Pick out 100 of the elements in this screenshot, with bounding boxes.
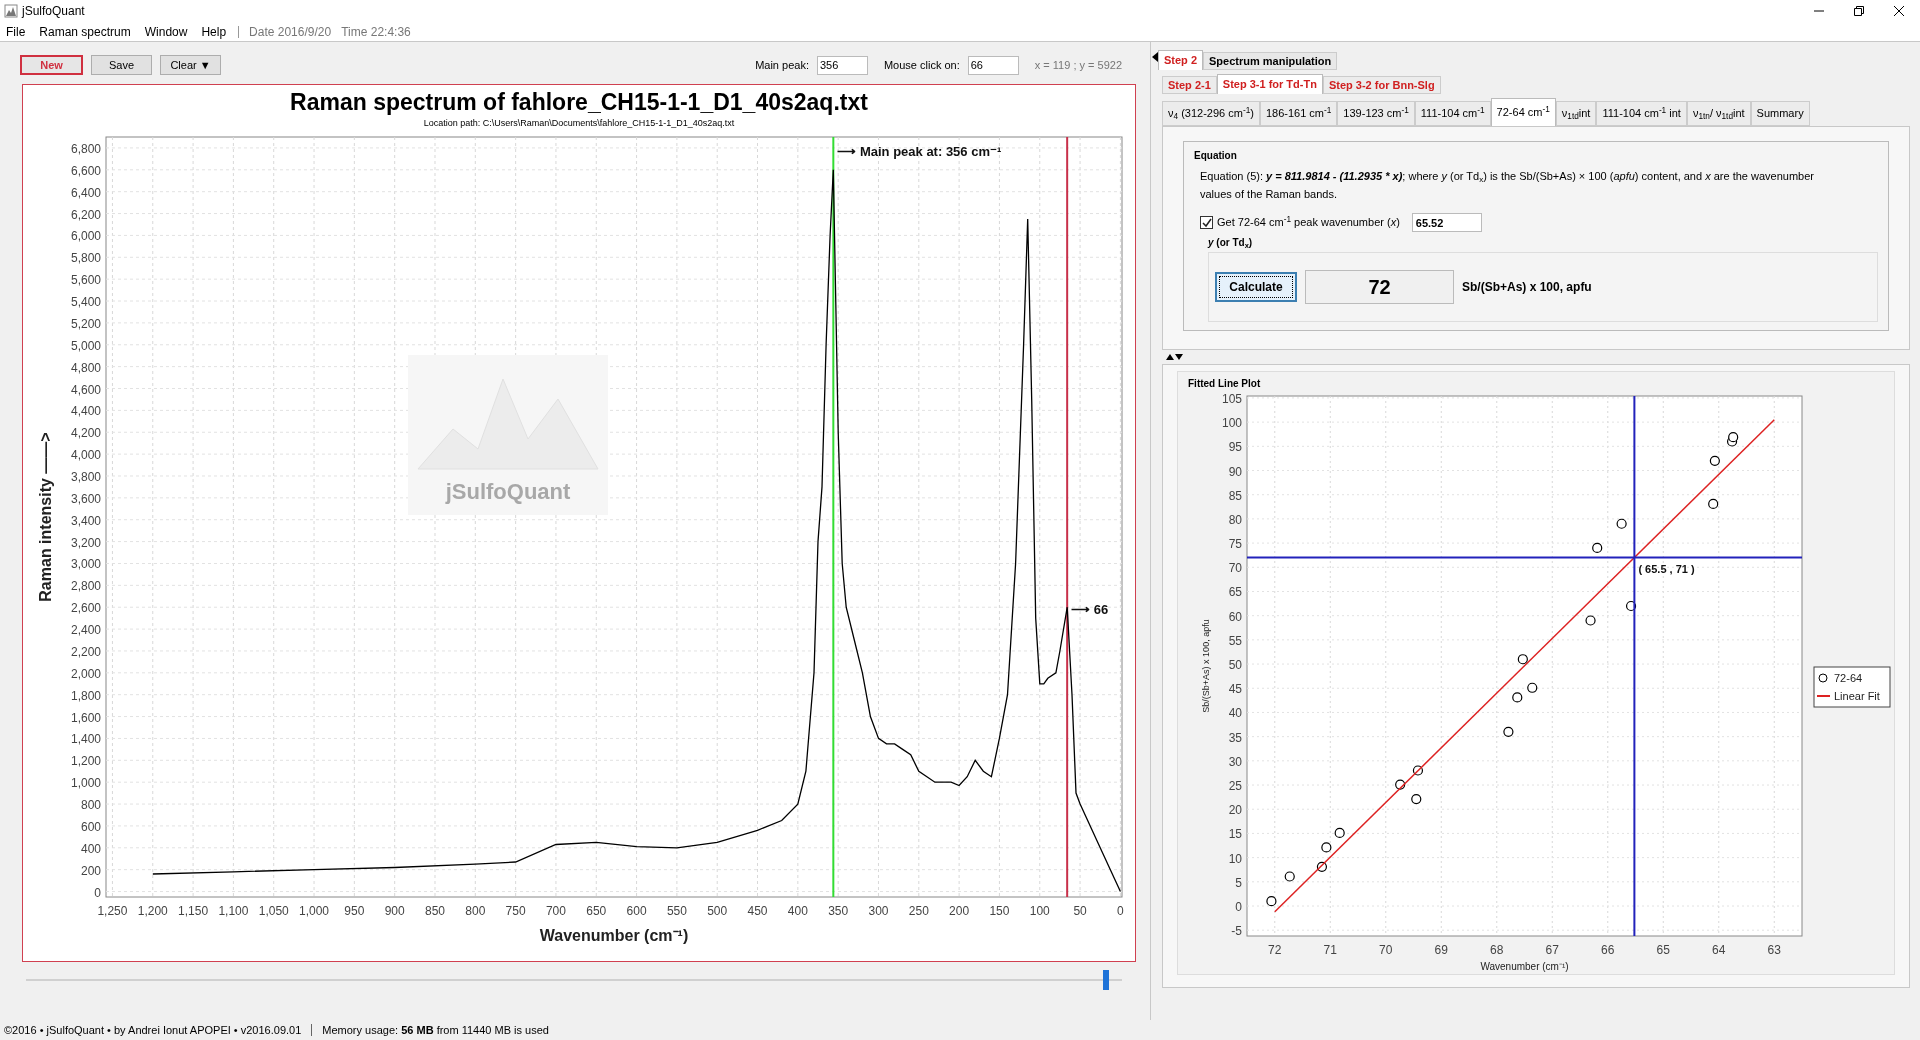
plot-title: Fitted Line Plot bbox=[1187, 377, 1261, 390]
toolbar-button[interactable]: Clear ▼ bbox=[160, 55, 221, 75]
axis-tick-label: 50 bbox=[1073, 904, 1087, 918]
axis-tick-label: 5,600 bbox=[70, 273, 101, 288]
menu-item[interactable]: Help bbox=[199, 22, 229, 41]
number-field[interactable]: 65.52 bbox=[1411, 213, 1482, 232]
chart-title: Raman spectrum of fahlore_CH15-1-1_D1_40s2aq.txt bbox=[290, 88, 868, 117]
axis-tick-label: 20 bbox=[1228, 803, 1242, 818]
axis-tick-label: 6,800 bbox=[70, 141, 101, 156]
axis-tick-label: 75 bbox=[1228, 537, 1242, 552]
axis-tick-label: 400 bbox=[80, 841, 101, 856]
tab[interactable]: Spectrum manipulation bbox=[1203, 52, 1338, 70]
axis-tick-label: 60 bbox=[1228, 609, 1242, 624]
axis-title: Wavenumber (cm⁻¹) bbox=[1480, 961, 1569, 972]
axis-tick-label: 400 bbox=[787, 904, 808, 918]
checkbox-label: Get 72-64 cm$^{-1}$ peak wavenumber (x) bbox=[1217, 214, 1400, 231]
axis-tick-label: 150 bbox=[989, 904, 1010, 918]
tab[interactable]: 186-161 cm$^{-1}$ bbox=[1259, 101, 1338, 126]
logo-watermark: jSulfoQuant bbox=[408, 355, 608, 515]
axis-tick-label: 600 bbox=[80, 819, 101, 834]
group-title: Equation bbox=[1194, 149, 1238, 163]
axis-tick-label: 1,150 bbox=[178, 904, 209, 918]
axis-tick-label: 450 bbox=[747, 904, 768, 918]
axis-tick-label: 300 bbox=[868, 904, 889, 918]
axis-tick-label: 15 bbox=[1228, 827, 1242, 842]
menu-item[interactable]: File bbox=[4, 22, 28, 41]
axis-tick-label: 30 bbox=[1228, 754, 1242, 769]
axis-tick-label: 2,000 bbox=[70, 666, 101, 681]
axis-tick-label: 5,000 bbox=[70, 338, 101, 353]
axis-tick-label: 850 bbox=[424, 904, 445, 918]
axis-tick-label: 200 bbox=[80, 863, 101, 878]
location-path: Location path: C:\Users\Raman\Documents\fahlore_CH15-1-1_D1_40s2aq.txt bbox=[423, 117, 735, 129]
tab[interactable]: Step 3-1 for Td-Tn bbox=[1216, 74, 1323, 94]
axis-tick-label: 69 bbox=[1434, 943, 1448, 957]
axis-tick-label: 80 bbox=[1228, 512, 1242, 527]
axis-tick-label: -5 bbox=[1231, 924, 1242, 939]
axis-tick-label: 600 bbox=[626, 904, 647, 918]
axis-tick-label: 1,000 bbox=[299, 904, 330, 918]
legend-label: 72-64 bbox=[1834, 672, 1863, 684]
axis-title: Wavenumber (cm⁻¹) bbox=[539, 927, 689, 944]
tab[interactable]: Step 2-1 bbox=[1162, 76, 1217, 94]
annotation-label: ⟶ 66 bbox=[1071, 601, 1109, 617]
tab[interactable]: 139-123 cm$^{-1}$ bbox=[1337, 101, 1415, 126]
axis-tick-label: 1,000 bbox=[70, 776, 101, 791]
axis-tick-label: 0 bbox=[1235, 900, 1242, 914]
tab[interactable]: Step 2 bbox=[1158, 50, 1203, 70]
axis-tick-label: 3,000 bbox=[70, 557, 101, 572]
axis-tick-label: 4,000 bbox=[70, 448, 101, 463]
axis-tick-label: 3,600 bbox=[70, 491, 101, 506]
axis-tick-label: 1,200 bbox=[70, 754, 101, 769]
axis-tick-label: 6,200 bbox=[70, 207, 101, 222]
status-text: ©2016 • jSulfoQuant • by Andrei Ionut APOPEI • v2016.09.01 bbox=[4, 1022, 302, 1038]
axis-tick-label: 500 bbox=[707, 904, 728, 918]
axis-tick-label: 40 bbox=[1228, 706, 1242, 721]
axis-tick-label: 100 bbox=[1029, 904, 1050, 918]
tab[interactable]: ν$_{4}$ (312-296 cm$^{-1}$) bbox=[1162, 101, 1260, 126]
number-field[interactable]: 66 bbox=[967, 55, 1019, 75]
axis-tick-label: 1,800 bbox=[70, 688, 101, 703]
axis-title: Raman intensity ——> bbox=[37, 432, 54, 602]
axis-tick-label: 1,600 bbox=[70, 710, 101, 725]
axis-tick-label: 900 bbox=[384, 904, 405, 918]
axis-tick-label: 25 bbox=[1228, 779, 1242, 794]
axis-tick-label: 72 bbox=[1268, 943, 1282, 957]
menu-item[interactable]: Raman spectrum bbox=[37, 22, 133, 41]
axis-tick-label: 50 bbox=[1228, 658, 1242, 673]
result-field: 72 bbox=[1305, 270, 1454, 304]
tab[interactable]: ν$_{1td}$int bbox=[1555, 101, 1597, 126]
menu-item[interactable]: Window bbox=[142, 22, 190, 41]
axis-tick-label: 6,000 bbox=[70, 229, 101, 244]
tab[interactable]: Summary bbox=[1750, 101, 1810, 126]
axis-tick-label: 350 bbox=[828, 904, 849, 918]
toolbar-button[interactable]: Save bbox=[91, 55, 152, 75]
annotation-label: ⟶ Main peak at: 356 cm⁻¹ bbox=[837, 144, 1002, 159]
tab[interactable]: 72-64 cm$^{-1}$ bbox=[1490, 98, 1556, 126]
tab[interactable]: 111-104 cm$^{-1}$ bbox=[1414, 101, 1491, 126]
number-field[interactable]: 356 bbox=[816, 55, 868, 75]
axis-tick-label: 64 bbox=[1712, 943, 1726, 957]
axis-tick-label: 35 bbox=[1228, 730, 1242, 745]
equation-text: Equation (5): y = 811.9814 - (11.2935 * x); where y (or Td$_{x}$) is the Sb/(Sb+As) × 100 (apfu) content, and x are the wavenumber values of the Raman bands. bbox=[1199, 169, 1815, 202]
calculate-button[interactable]: Calculate bbox=[1215, 272, 1297, 302]
tab[interactable]: ν$_{1tn}$/ ν$_{1td}$int bbox=[1686, 101, 1751, 126]
axis-tick-label: 65 bbox=[1656, 943, 1670, 957]
axis-tick-label: 5,800 bbox=[70, 251, 101, 266]
toolbar-button[interactable]: New bbox=[20, 55, 83, 75]
axis-tick-label: 0 bbox=[94, 885, 101, 900]
axis-tick-label: 1,100 bbox=[218, 904, 249, 918]
axis-tick-label: 1,400 bbox=[70, 732, 101, 747]
axis-tick-label: 63 bbox=[1767, 943, 1781, 957]
axis-tick-label: 4,400 bbox=[70, 404, 101, 419]
axis-title: Sb/(Sb+As) x 100, apfu bbox=[1201, 619, 1211, 713]
axis-tick-label: 68 bbox=[1490, 943, 1504, 957]
axis-tick-label: 2,200 bbox=[70, 644, 101, 659]
axis-tick-label: 2,400 bbox=[70, 623, 101, 638]
axis-tick-label: 1,200 bbox=[137, 904, 168, 918]
window-title: jSulfoQuant bbox=[22, 3, 85, 20]
axis-tick-label: 6,400 bbox=[70, 185, 101, 200]
tab[interactable]: Step 3-2 for Bnn-Slg bbox=[1322, 76, 1441, 94]
tab[interactable]: 111-104 cm$^{-1}$ int bbox=[1596, 101, 1687, 126]
axis-tick-label: 800 bbox=[465, 904, 486, 918]
unit-label: Sb/(Sb+As) x 100, apfu bbox=[1462, 279, 1592, 296]
